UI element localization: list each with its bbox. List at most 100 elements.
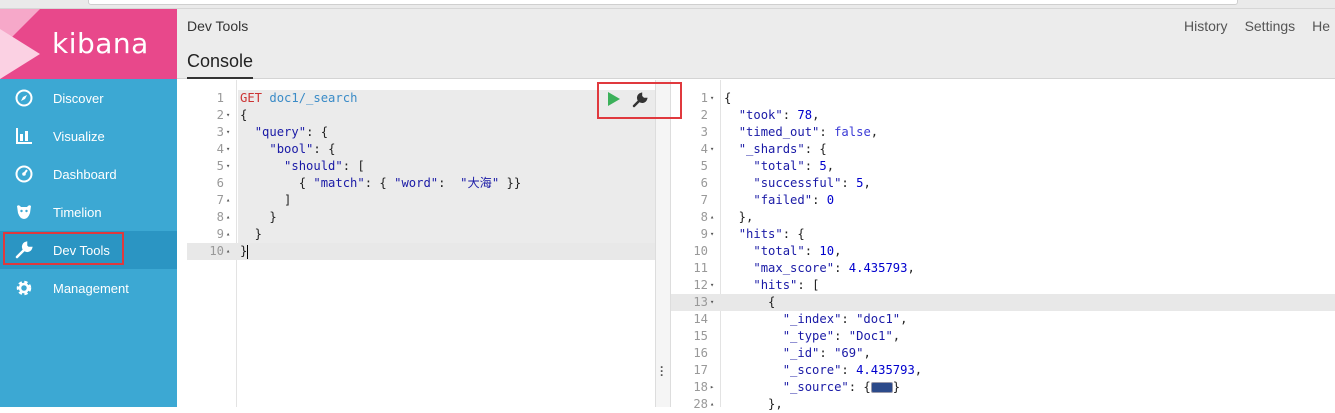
sidebar: kibana Discover Visualize Dashboard Time… [0,9,177,407]
tab-console[interactable]: Console [187,51,254,79]
code-line[interactable]: 7 "failed": 0 [671,192,1335,209]
code-text: "_shards": { [738,142,827,156]
sidebar-item-timelion[interactable]: Timelion [0,193,177,231]
fold-toggle-icon[interactable]: ▾ [710,141,719,158]
line-number: 10 [693,244,708,258]
line-number: 17 [693,363,708,377]
code-text: "successful": 5, [753,176,871,190]
code-line[interactable]: 2 ▾ { [187,107,655,124]
line-number: 16 [693,346,708,360]
code-text: GET doc1/_search [240,91,358,105]
line-number: 3 [700,125,708,139]
line-number: 4 [216,142,224,156]
code-line[interactable]: 17 "_score": 4.435793, [671,362,1335,379]
line-number: 9 [216,227,224,241]
line-number: 15 [693,329,708,343]
code-text: "_type": "Doc1", [782,329,901,343]
line-number: 12 [693,278,708,292]
code-text: "_id": "69", [782,346,871,360]
code-line[interactable]: 2 "took": 78, [671,107,1335,124]
fold-toggle-icon[interactable]: ▴ [226,243,235,260]
sidebar-item-visualize[interactable]: Visualize [0,117,177,155]
code-line[interactable]: 1 ▾{ [671,90,1335,107]
fold-toggle-icon[interactable]: ▾ [226,107,235,124]
line-number: 7 [216,193,224,207]
line-number: 5 [216,159,224,173]
fold-toggle-icon[interactable]: ▴ [710,209,719,226]
fold-toggle-icon[interactable]: ▾ [226,158,235,175]
collapsed-object-icon[interactable] [870,382,893,393]
fold-toggle-icon[interactable]: ▾ [710,226,719,243]
gear-icon [15,279,33,297]
code-line[interactable]: 4 ▾ "bool": { [187,141,655,158]
sidebar-item-management[interactable]: Management [0,269,177,307]
code-text: { [724,91,732,105]
code-line[interactable]: 6 { "match": { "word": "大海" }} [187,175,655,192]
code-text: "_source": {} [782,380,901,394]
line-number: 7 [700,193,708,207]
fold-toggle-icon[interactable]: ▴ [226,226,235,243]
fold-toggle-icon[interactable]: ▾ [710,294,719,311]
code-line[interactable]: 9 ▴ } [187,226,655,243]
response-viewer[interactable]: 1 ▾{2 "took": 78, 3 "timed_out": false, 4 ▾ … [671,80,1335,411]
sidebar-item-discover[interactable]: Discover [0,79,177,117]
line-number: 2 [216,108,224,122]
kibana-logo[interactable]: kibana [0,9,177,79]
line-number: 9 [700,227,708,241]
sidebar-item-label: Timelion [53,205,102,220]
page-title: Dev Tools [187,18,249,34]
sidebar-item-label: Dev Tools [53,243,110,258]
code-line[interactable]: 18 ▸ "_source": {} [671,379,1335,396]
code-line[interactable]: 3 "timed_out": false, [671,124,1335,141]
code-line[interactable]: 12 ▾ "hits": [ [671,277,1335,294]
fold-toggle-icon[interactable]: ▾ [710,90,719,107]
code-line[interactable]: 28 ▴ }, [671,396,1335,413]
code-line[interactable]: 9 ▾ "hits": { [671,226,1335,243]
fold-toggle-icon[interactable]: ▾ [226,124,235,141]
settings-link[interactable]: Settings [1245,18,1296,34]
fold-toggle-icon[interactable]: ▴ [226,192,235,209]
code-line[interactable]: 11 "max_score": 4.435793, [671,260,1335,277]
code-line[interactable]: 14 "_index": "doc1", [671,311,1335,328]
fold-toggle-icon[interactable]: ▴ [710,396,719,413]
code-text: } [240,227,263,241]
code-line[interactable]: 5 ▾ "should": [ [187,158,655,175]
fold-toggle-icon[interactable]: ▴ [226,209,235,226]
browser-url-bar[interactable] [88,0,1238,5]
code-line[interactable]: 8 ▴ }, [671,209,1335,226]
line-number: 6 [700,176,708,190]
sidebar-item-dashboard[interactable]: Dashboard [0,155,177,193]
line-number: 18 [693,380,708,394]
code-text: { [724,295,776,309]
code-line[interactable]: 16 "_id": "69", [671,345,1335,362]
code-text: }, [724,210,754,224]
dashboard-gauge-icon [15,165,33,183]
code-line[interactable]: 8 ▴ } [187,209,655,226]
help-link[interactable]: He [1312,18,1330,34]
code-line[interactable]: 6 "successful": 5, [671,175,1335,192]
fold-toggle-icon[interactable]: ▾ [226,141,235,158]
logo-shape-mid [0,29,40,79]
pane-resizer[interactable]: · · · [655,80,671,407]
sidebar-item-dev-tools[interactable]: Dev Tools [0,231,177,269]
code-text: "took": 78, [738,108,820,122]
code-line[interactable]: 13 ▾ { [671,294,1335,311]
request-editor[interactable]: 1 GET doc1/_search 2 ▾{3 ▾ "query": {4 ▾ "boo… [187,80,655,407]
fold-toggle-icon[interactable]: ▾ [710,277,719,294]
code-line[interactable]: 5 "total": 5, [671,158,1335,175]
code-line[interactable]: 1 GET doc1/_search [187,90,655,107]
history-link[interactable]: History [1184,18,1228,34]
code-line[interactable]: 3 ▾ "query": { [187,124,655,141]
code-text: ] [240,193,292,207]
code-line[interactable]: 10 "total": 10, [671,243,1335,260]
line-number: 5 [700,159,708,173]
code-text: "failed": 0 [753,193,835,207]
header-links: History Settings He [1184,18,1335,34]
page-header: Dev Tools History Settings He Console [177,9,1335,79]
code-line[interactable]: 4 ▾ "_shards": { [671,141,1335,158]
code-line[interactable]: 15 "_type": "Doc1", [671,328,1335,345]
code-line[interactable]: 7 ▴ ] [187,192,655,209]
fold-toggle-icon[interactable]: ▸ [710,379,719,396]
code-text: "hits": [ [753,278,820,292]
code-line[interactable]: 10 ▴} [187,243,655,260]
